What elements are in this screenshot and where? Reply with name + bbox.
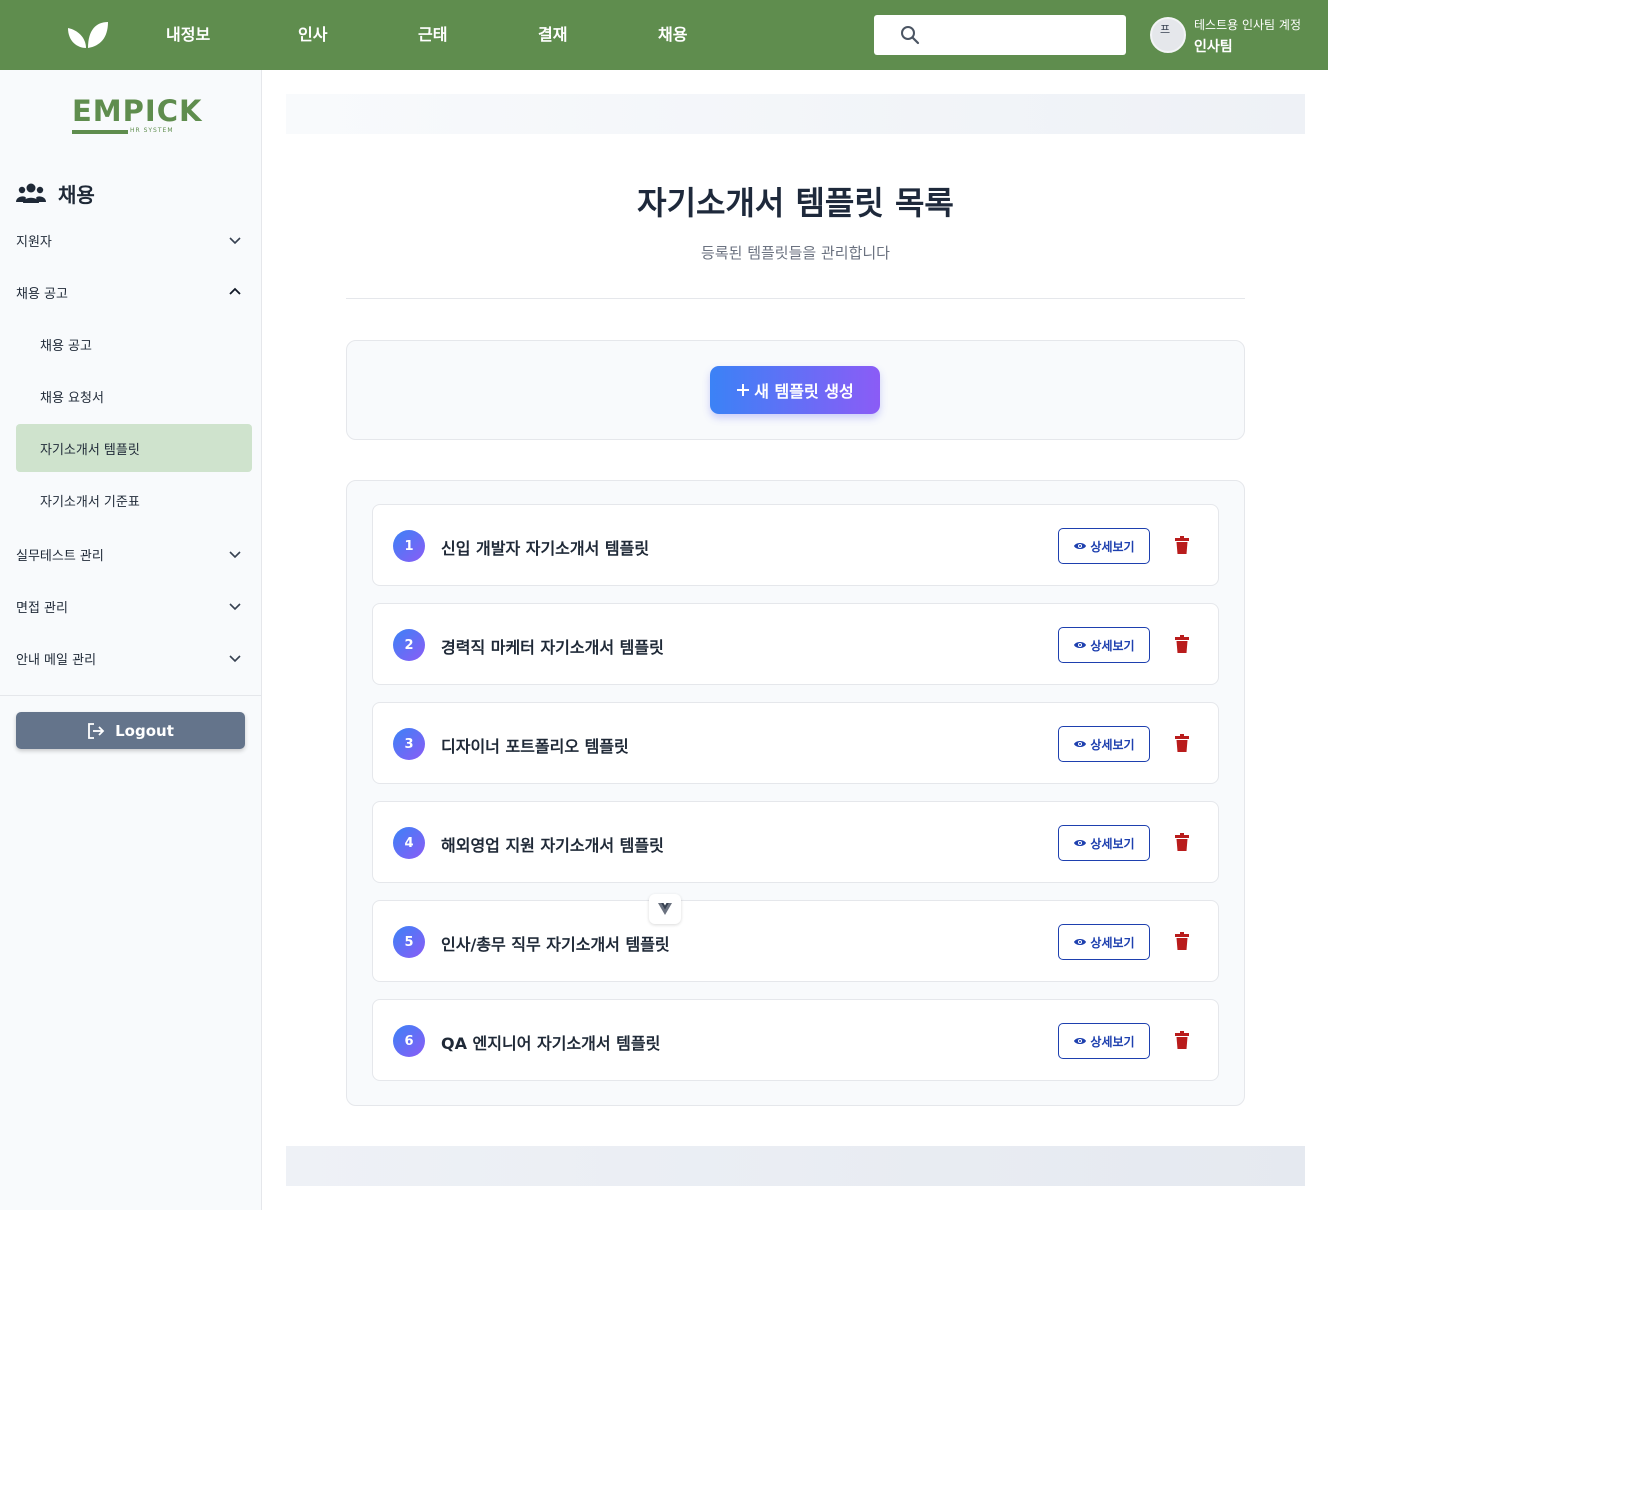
eye-icon	[1074, 939, 1087, 945]
trash-icon[interactable]	[1175, 635, 1189, 653]
create-template-label: 새 템플릿 생성	[754, 382, 854, 401]
sidebar-subitem-cover-letter-templates[interactable]: 자기소개서 템플릿	[16, 424, 252, 472]
sidebar-item-applicants[interactable]: 지원자	[16, 220, 252, 260]
view-detail-label: 상세보기	[1090, 638, 1135, 653]
page-title: 자기소개서 템플릿 목록	[637, 184, 954, 222]
view-detail-button[interactable]: 상세보기	[1058, 528, 1150, 564]
page-subtitle: 등록된 템플릿들을 관리합니다	[701, 244, 890, 262]
nav-recruitment[interactable]: 채용	[658, 0, 687, 70]
nav-hr[interactable]: 인사	[298, 0, 327, 70]
template-name: 해외영업 지원 자기소개서 템플릿	[441, 836, 664, 855]
sidebar-item-interviews[interactable]: 면접 관리	[16, 586, 252, 626]
view-detail-button[interactable]: 상세보기	[1058, 726, 1150, 762]
template-number-badge: 3	[393, 728, 425, 760]
nav-approval[interactable]: 결재	[538, 0, 567, 70]
view-detail-label: 상세보기	[1090, 935, 1135, 950]
sidebar-item-label: 지원자	[16, 234, 52, 250]
leaf-icon[interactable]	[66, 20, 110, 50]
view-detail-button[interactable]: 상세보기	[1058, 1023, 1150, 1059]
view-detail-button[interactable]: 상세보기	[1058, 924, 1150, 960]
template-row: 6 QA 엔지니어 자기소개서 템플릿 상세보기	[372, 999, 1219, 1081]
trash-icon[interactable]	[1175, 734, 1189, 752]
sidebar-item-label: 채용 공고	[16, 286, 68, 302]
nav-attendance[interactable]: 근태	[418, 0, 447, 70]
chevron-up-icon	[229, 287, 241, 295]
sidebar-item-label: 면접 관리	[16, 600, 68, 616]
template-name: 경력직 마케터 자기소개서 템플릿	[441, 638, 664, 657]
avatar[interactable]: 프	[1150, 17, 1186, 53]
user-account-name: 테스트용 인사팀 계정	[1194, 18, 1301, 32]
search-input[interactable]	[932, 23, 1112, 47]
view-detail-label: 상세보기	[1090, 1034, 1135, 1049]
template-name: 디자이너 포트폴리오 템플릿	[441, 737, 629, 756]
view-detail-button[interactable]: 상세보기	[1058, 627, 1150, 663]
template-number-badge: 4	[393, 827, 425, 859]
eye-icon	[1074, 741, 1087, 747]
sidebar-item-guide-mail[interactable]: 안내 메일 관리	[16, 638, 252, 678]
template-row: 2 경력직 마케터 자기소개서 템플릿 상세보기	[372, 603, 1219, 685]
template-name: 신입 개발자 자기소개서 템플릿	[441, 539, 650, 558]
sidebar-section-label: 채용	[58, 182, 95, 207]
logout-icon	[88, 722, 105, 739]
view-detail-button[interactable]: 상세보기	[1058, 825, 1150, 861]
template-name: 인사/총무 직무 자기소개서 템플릿	[441, 935, 670, 954]
view-detail-label: 상세보기	[1090, 836, 1135, 851]
brand-subtitle: HR SYSTEM	[130, 127, 174, 134]
create-template-button[interactable]: 새 템플릿 생성	[710, 366, 880, 414]
avatar-alt-text: 프	[1160, 23, 1171, 36]
sidebar-divider	[0, 695, 262, 696]
sidebar-item-label: 실무테스트 관리	[16, 548, 104, 564]
brand-underline	[72, 130, 128, 134]
sidebar-subitem-job-postings[interactable]: 채용 공고	[16, 320, 252, 368]
plus-icon	[737, 384, 750, 396]
chevron-down-icon	[229, 655, 241, 663]
search-box	[874, 15, 1126, 55]
nav-my-info[interactable]: 내정보	[166, 0, 210, 70]
sidebar-item-job-postings[interactable]: 채용 공고	[16, 272, 252, 312]
eye-icon	[1074, 1038, 1087, 1044]
template-row: 3 디자이너 포트폴리오 템플릿 상세보기	[372, 702, 1219, 784]
template-number-badge: 2	[393, 629, 425, 661]
search-icon[interactable]	[900, 25, 920, 45]
footer-band	[286, 1146, 1305, 1186]
top-navbar: 내정보 인사 근태 결재 채용 프 테스트용 인사팀 계정 인사팀	[0, 0, 1328, 70]
eye-icon	[1074, 840, 1087, 846]
template-number-badge: 1	[393, 530, 425, 562]
template-number-badge: 5	[393, 926, 425, 958]
logout-button[interactable]: Logout	[16, 712, 245, 749]
trash-icon[interactable]	[1175, 1031, 1189, 1049]
eye-icon	[1074, 543, 1087, 549]
chevron-down-icon	[229, 603, 241, 611]
title-divider	[346, 298, 1245, 299]
header-band	[286, 94, 1305, 134]
template-number-badge: 6	[393, 1025, 425, 1057]
user-team-name: 인사팀	[1194, 39, 1233, 55]
sidebar-item-practical-tests[interactable]: 실무테스트 관리	[16, 534, 252, 574]
eye-icon	[1074, 642, 1087, 648]
chevron-down-icon	[229, 237, 241, 245]
trash-icon[interactable]	[1175, 833, 1189, 851]
vue-devtools-toggle[interactable]	[649, 894, 681, 924]
logout-label: Logout	[115, 721, 174, 740]
brand-logo[interactable]: EMPICK HR SYSTEM	[72, 94, 201, 138]
sidebar-item-label: 안내 메일 관리	[16, 652, 97, 668]
template-row: 4 해외영업 지원 자기소개서 템플릿 상세보기	[372, 801, 1219, 883]
chevron-down-icon	[229, 551, 241, 559]
template-name: QA 엔지니어 자기소개서 템플릿	[441, 1034, 661, 1053]
view-detail-label: 상세보기	[1090, 539, 1135, 554]
sidebar-subitem-cover-letter-criteria[interactable]: 자기소개서 기준표	[16, 476, 252, 524]
sidebar-subitem-job-requests[interactable]: 채용 요청서	[16, 372, 252, 420]
template-row: 5 인사/총무 직무 자기소개서 템플릿 상세보기	[372, 900, 1219, 982]
vue-logo-icon	[658, 903, 672, 915]
trash-icon[interactable]	[1175, 536, 1189, 554]
users-icon	[16, 183, 46, 203]
sidebar: EMPICK HR SYSTEM 채용 지원자 채용 공고 채용 공고 채용 요…	[0, 70, 262, 1210]
template-row: 1 신입 개발자 자기소개서 템플릿 상세보기	[372, 504, 1219, 586]
sidebar-section-title: 채용	[16, 178, 95, 208]
trash-icon[interactable]	[1175, 932, 1189, 950]
view-detail-label: 상세보기	[1090, 737, 1135, 752]
brand-name: EMPICK	[72, 94, 203, 128]
